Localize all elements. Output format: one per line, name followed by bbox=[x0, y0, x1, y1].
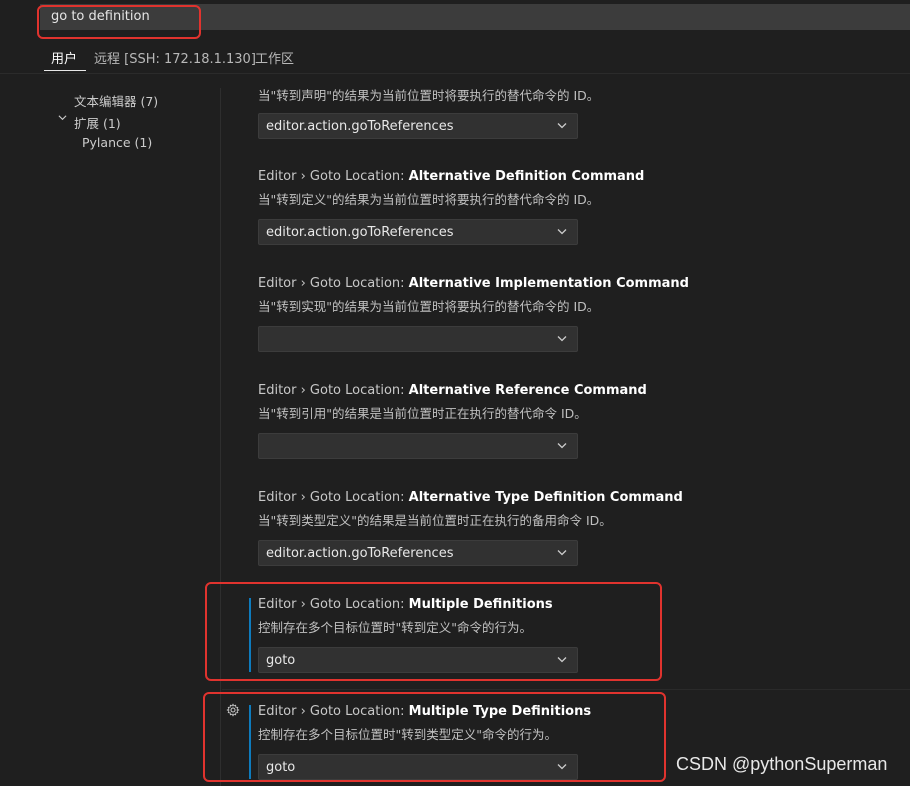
active-tab-indicator bbox=[44, 70, 86, 71]
toc-item-pylance[interactable]: Pylance (1) bbox=[82, 135, 152, 150]
setting-description: 控制存在多个目标位置时"转到定义"命令的行为。 bbox=[258, 620, 532, 635]
toc-item-text-editor[interactable]: 文本编辑器 (7) bbox=[74, 91, 158, 110]
chevron-down-icon bbox=[557, 336, 567, 342]
setting-partial: editor.action.goToReferences bbox=[258, 97, 898, 139]
settings-scope-tabs: 用户 远程 [SSH: 172.18.1.130] 工作区 bbox=[0, 40, 910, 74]
tab-user[interactable]: 用户 bbox=[51, 48, 77, 67]
chevron-down-icon bbox=[557, 550, 567, 556]
settings-search-input[interactable] bbox=[51, 9, 651, 24]
dropdown-value: goto bbox=[266, 760, 296, 775]
setting-description: 控制存在多个目标位置时"转到类型定义"命令的行为。 bbox=[258, 727, 558, 742]
setting-title: Editor › Goto Location: Multiple Type De… bbox=[258, 704, 592, 719]
modified-indicator bbox=[249, 598, 251, 672]
setting-title: Editor › Goto Location: Multiple Definit… bbox=[258, 597, 553, 612]
dropdown-value: editor.action.goToReferences bbox=[266, 119, 454, 134]
toc-item-extensions[interactable]: 扩展 (1) bbox=[74, 113, 121, 132]
tab-workspace[interactable]: 工作区 bbox=[255, 48, 294, 67]
setting-dropdown[interactable]: editor.action.goToReferences bbox=[258, 113, 578, 139]
setting-dropdown[interactable] bbox=[258, 433, 578, 459]
setting-dropdown[interactable]: goto bbox=[258, 754, 578, 780]
tab-remote[interactable]: 远程 [SSH: 172.18.1.130] bbox=[94, 48, 256, 67]
setting-dropdown[interactable] bbox=[258, 326, 578, 352]
gear-icon[interactable] bbox=[226, 703, 240, 717]
dropdown-value: goto bbox=[266, 653, 296, 668]
setting-description: 当"转到定义"的结果为当前位置时将要执行的替代命令的 ID。 bbox=[258, 192, 600, 207]
setting-title: Editor › Goto Location: Alternative Type… bbox=[258, 490, 683, 505]
modified-indicator bbox=[249, 705, 251, 779]
setting-alternative-type-definition-command: Editor › Goto Location: Alternative Type… bbox=[258, 489, 898, 566]
setting-title: Editor › Goto Location: Alternative Impl… bbox=[258, 276, 689, 291]
row-separator bbox=[222, 689, 910, 690]
setting-alternative-definition-command: Editor › Goto Location: Alternative Defi… bbox=[258, 168, 898, 245]
chevron-down-icon bbox=[557, 657, 567, 663]
setting-description: 当"转到实现"的结果为当前位置时将要执行的替代命令的 ID。 bbox=[258, 299, 600, 314]
setting-title: Editor › Goto Location: Alternative Refe… bbox=[258, 383, 647, 398]
setting-description: 当"转到引用"的结果是当前位置时正在执行的替代命令 ID。 bbox=[258, 406, 587, 421]
chevron-down-icon bbox=[557, 443, 567, 449]
dropdown-value: editor.action.goToReferences bbox=[266, 225, 454, 240]
setting-title: Editor › Goto Location: Alternative Defi… bbox=[258, 169, 645, 184]
toc-divider bbox=[220, 88, 221, 786]
chevron-down-icon bbox=[557, 229, 567, 235]
setting-dropdown[interactable]: editor.action.goToReferences bbox=[258, 540, 578, 566]
dropdown-value: editor.action.goToReferences bbox=[266, 546, 454, 561]
setting-description: 当"转到类型定义"的结果是当前位置时正在执行的备用命令 ID。 bbox=[258, 513, 612, 528]
setting-alternative-implementation-command: Editor › Goto Location: Alternative Impl… bbox=[258, 275, 898, 352]
chevron-down-icon bbox=[557, 764, 567, 770]
settings-search-bar[interactable] bbox=[40, 4, 910, 30]
setting-dropdown[interactable]: editor.action.goToReferences bbox=[258, 219, 578, 245]
setting-dropdown[interactable]: goto bbox=[258, 647, 578, 673]
chevron-down-icon[interactable] bbox=[58, 113, 67, 122]
watermark: CSDN @pythonSuperman bbox=[676, 754, 888, 774]
setting-alternative-reference-command: Editor › Goto Location: Alternative Refe… bbox=[258, 382, 898, 459]
setting-multiple-definitions: Editor › Goto Location: Multiple Definit… bbox=[258, 596, 898, 673]
chevron-down-icon bbox=[557, 123, 567, 129]
